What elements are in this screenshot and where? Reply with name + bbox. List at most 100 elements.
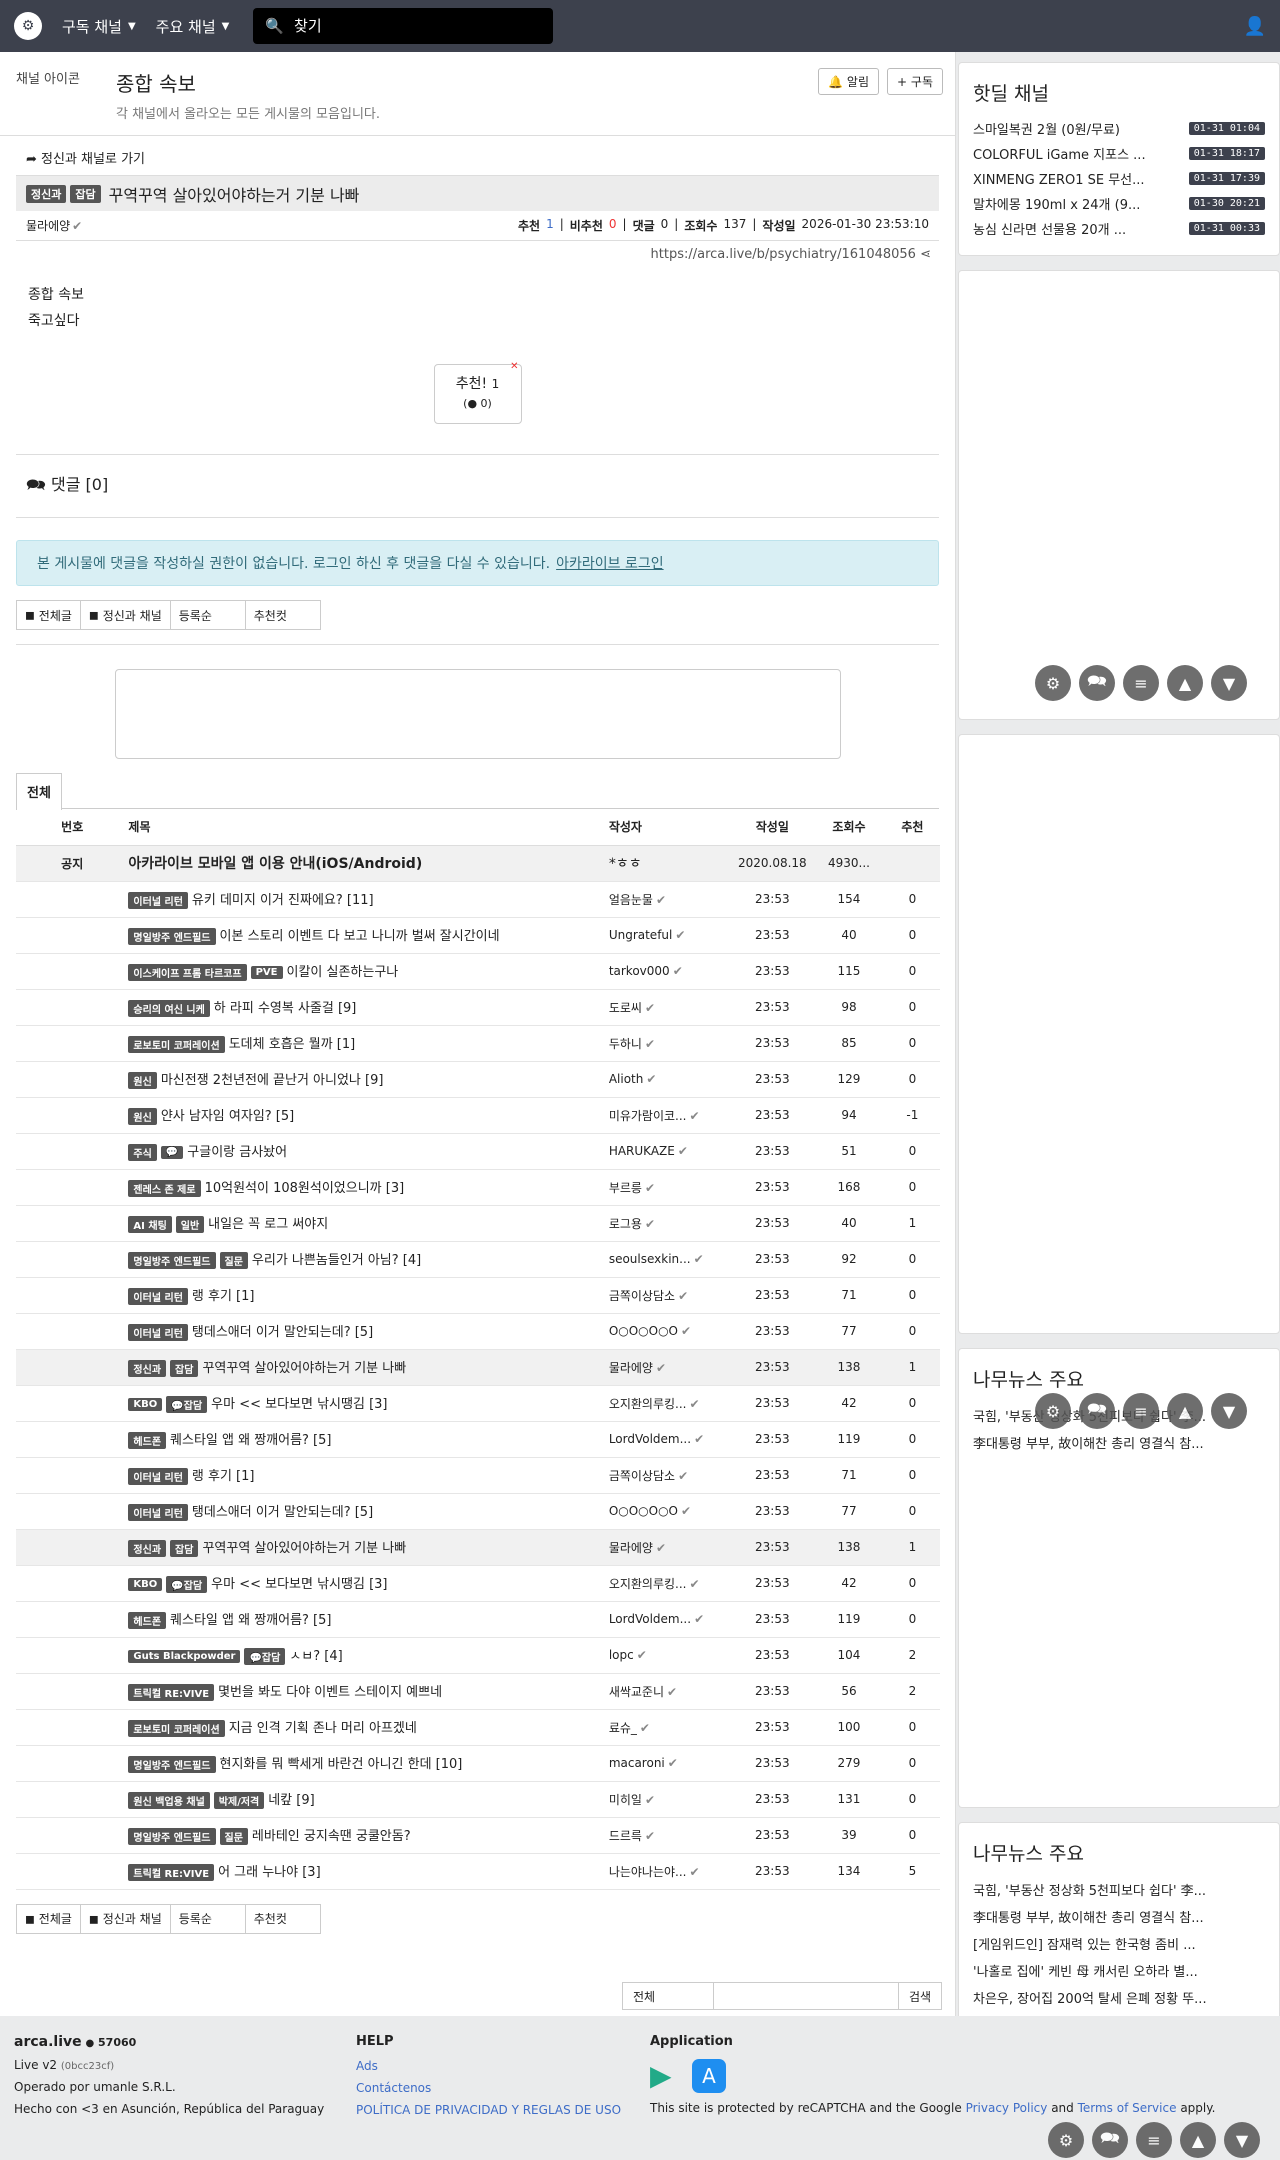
row-author[interactable]: *ㅎㅎ xyxy=(608,845,732,882)
hotdeal-item[interactable]: COLORFUL iGame 지포스 ... 01-31 18:17 xyxy=(959,141,1279,166)
filter-all[interactable]: ◼ 전체글 xyxy=(16,1903,81,1934)
table-row[interactable]: 이터널 리턴 랭 후기 [1] 금쪽이상담소 ✔ 23:53 71 0 xyxy=(16,1277,940,1314)
row-tag[interactable]: 잡담 xyxy=(170,1360,199,1377)
alarm-button[interactable]: 🔔 알림 xyxy=(818,68,880,95)
row-title-cell[interactable]: 명일방주 엔드필드 현지화를 뭐 빡세게 바란건 아니긴 한데 [10] xyxy=(128,1745,609,1782)
table-row[interactable]: 이터널 리턴 탱데스애더 이거 말안되는데? [5] O○O○O○O ✔ 23:53 77… xyxy=(16,1313,940,1350)
row-title[interactable]: 탱데스애더 이거 말안되는데? [5] xyxy=(192,1505,373,1520)
row-title-cell[interactable]: 로보토미 코퍼레이션 도데체 호흡은 뭘까 [1] xyxy=(128,1025,609,1062)
row-title[interactable]: 꾸역꾸역 살아있어야하는거 기분 나빠 xyxy=(202,1541,406,1556)
row-tag[interactable]: 이터널 리턴 xyxy=(128,1288,188,1305)
row-tag[interactable]: 질문 xyxy=(219,1828,248,1845)
row-tag[interactable]: 일반 xyxy=(175,1216,205,1233)
row-tag[interactable]: 잡담 xyxy=(170,1540,199,1557)
row-tag[interactable]: 트릭컬 RE:VIVE xyxy=(128,1864,215,1881)
row-tag[interactable]: 이터널 리턴 xyxy=(128,892,188,909)
row-title[interactable]: 우마 << 보다보면 낚시땡김 [3] xyxy=(211,1397,387,1412)
row-title-cell[interactable]: 명일방주 엔드필드 이본 스토리 이벤트 다 보고 나니까 벌써 잘시간이네 xyxy=(128,917,609,954)
article-tag[interactable]: 정신과 xyxy=(26,184,67,203)
row-title-cell[interactable]: 로보토미 코퍼레이션 지금 인격 기획 존나 머리 아프겠네 xyxy=(128,1709,609,1746)
table-row[interactable]: 명일방주 엔드필드 현지화를 뭐 빡세게 바란건 아니긴 한데 [10] macar… xyxy=(16,1745,940,1782)
notice-row[interactable]: 공지 아카라이브 모바일 앱 이용 안내(iOS/Android) *ㅎㅎ 20… xyxy=(16,845,940,882)
row-tag[interactable]: 💬잡담 xyxy=(244,1648,286,1665)
row-author-cell[interactable]: 금쪽이상담소 ✔ xyxy=(608,1277,732,1314)
row-title-cell[interactable]: 원신 백업용 채널 박제/저격 네캎 [9] xyxy=(128,1781,609,1818)
comments-icon[interactable]: 🗪 xyxy=(1079,665,1115,701)
scroll-up-icon[interactable]: ▲ xyxy=(1167,665,1203,701)
row-tag[interactable]: 헤드폰 xyxy=(128,1612,167,1629)
article-tag[interactable]: 잡담 xyxy=(70,184,101,203)
row-tag[interactable]: 원신 xyxy=(128,1108,157,1125)
table-row[interactable]: 정신과 잡담 꾸역꾸역 살아있어야하는거 기분 나빠 물라에양 ✔ 23:53 138 1 xyxy=(16,1529,940,1566)
table-row[interactable]: 명일방주 엔드필드 이본 스토리 이벤트 다 보고 나니까 벌써 잘시간이네 Ung… xyxy=(16,917,940,954)
row-author-cell[interactable]: 로그용 ✔ xyxy=(608,1205,732,1242)
row-title-cell[interactable]: 원신 얀사 남자임 여자임? [5] xyxy=(128,1097,609,1134)
table-row[interactable]: 승리의 여신 니케 하 라피 수영복 사줄걸 [9] 도로씨 ✔ 23:53 98 0 xyxy=(16,989,940,1026)
row-title[interactable]: 유키 데미지 이거 진짜에요? [11] xyxy=(192,893,374,908)
row-tag[interactable]: 원신 백업용 채널 xyxy=(128,1792,210,1809)
hotdeal-item[interactable]: 스마일복권 2월 (0원/무료) 01-31 01:04 xyxy=(959,116,1279,141)
goto-channel-link[interactable]: ➦ 정신과 채널로 가기 xyxy=(26,148,939,167)
row-author-cell[interactable]: macaroni ✔ xyxy=(608,1745,732,1782)
scroll-down-icon[interactable]: ▼ xyxy=(1224,2122,1260,2158)
row-title[interactable]: 현지화를 뭐 빡세게 바란건 아니긴 한데 [10] xyxy=(220,1757,463,1772)
row-title-cell[interactable]: 원신 마신전쟁 2천년전에 끝난거 아니었나 [9] xyxy=(128,1061,609,1098)
row-tag[interactable]: KBO xyxy=(128,1578,163,1591)
row-title[interactable]: 지금 인격 기획 존나 머리 아프겠네 xyxy=(229,1721,417,1736)
row-title[interactable]: 레바테인 궁지속땐 궁쿨안돔? xyxy=(252,1829,411,1844)
list-icon[interactable]: ≡ xyxy=(1136,2122,1172,2158)
sort-order-select[interactable]: 등록순 xyxy=(169,600,246,630)
share-icon[interactable]: ⋖ xyxy=(920,247,931,262)
row-title-cell[interactable]: 헤드폰 퀘스타일 앱 왜 짱깨어름? [5] xyxy=(128,1601,609,1638)
row-title-cell[interactable]: 트릭컬 RE:VIVE 몇번을 봐도 다야 이벤트 스테이지 예쁘네 xyxy=(128,1673,609,1710)
vote-cut-select[interactable]: 추천컷 xyxy=(244,600,321,630)
row-tag[interactable]: 명일방주 엔드필드 xyxy=(128,1756,216,1773)
row-author-cell[interactable]: lopc ✔ xyxy=(608,1637,732,1674)
footer-brand[interactable]: arca.live xyxy=(14,2034,82,2050)
row-author-cell[interactable]: 료슈_ ✔ xyxy=(608,1709,732,1746)
article-author[interactable]: 물라에양 xyxy=(26,217,70,234)
row-title-cell[interactable]: 이터널 리턴 랭 후기 [1] xyxy=(128,1457,609,1494)
row-author-cell[interactable]: O○O○O○O ✔ xyxy=(608,1493,732,1530)
table-row[interactable]: KBO 💬잡담 우마 << 보다보면 낚시땡김 [3] 오지환의루킹... ✔ 23:53… xyxy=(16,1385,940,1422)
row-title[interactable]: 10억원석이 108원석이었으니까 [3] xyxy=(205,1181,405,1196)
row-author-cell[interactable]: 두하니 ✔ xyxy=(608,1025,732,1062)
row-title-cell[interactable]: 트릭컬 RE:VIVE 어 그래 누나야 [3] xyxy=(128,1853,609,1890)
table-row[interactable]: 트릭컬 RE:VIVE 어 그래 누나야 [3] 나는야나는야... ✔ 23:53 13… xyxy=(16,1853,940,1890)
board-search-input[interactable] xyxy=(713,1982,899,2010)
row-title[interactable]: 네캎 [9] xyxy=(268,1793,314,1808)
user-icon[interactable]: 👤 xyxy=(1244,16,1266,37)
table-row[interactable]: 이스케이프 프롬 타르코프 PVE 이칼이 실존하는구나 tarkov000 ✔ 23:5… xyxy=(16,953,940,990)
row-tag[interactable]: 헤드폰 xyxy=(128,1432,167,1449)
list-icon[interactable]: ≡ xyxy=(1123,1393,1159,1429)
subscribed-channels-dropdown[interactable]: 구독 채널 ▼ xyxy=(62,16,136,37)
subscribe-button[interactable]: + 구독 xyxy=(887,68,943,95)
row-author-cell[interactable]: O○O○O○O ✔ xyxy=(608,1313,732,1350)
table-row[interactable]: 젠레스 존 제로 10억원석이 108원석이었으니까 [3] 부르릉 ✔ 23:53 16… xyxy=(16,1169,940,1206)
row-tag[interactable]: 정신과 xyxy=(128,1360,167,1377)
row-title-cell[interactable]: 승리의 여신 니케 하 라피 수영복 사줄걸 [9] xyxy=(128,989,609,1026)
row-author-cell[interactable]: LordVoldem... ✔ xyxy=(608,1421,732,1458)
row-author-cell[interactable]: 물라에양 ✔ xyxy=(608,1529,732,1566)
row-tag[interactable]: Guts Blackpowder xyxy=(128,1650,241,1663)
row-tag[interactable]: 로보토미 코퍼레이션 xyxy=(128,1720,225,1737)
row-author-cell[interactable]: LordVoldem... ✔ xyxy=(608,1601,732,1638)
channel-title[interactable]: 종합 속보 xyxy=(116,68,380,97)
list-icon[interactable]: ≡ xyxy=(1123,665,1159,701)
row-title[interactable]: 랭 후기 [1] xyxy=(192,1469,255,1484)
table-row[interactable]: 이터널 리턴 유키 데미지 이거 진짜에요? [11] 얼음눈물 ✔ 23:53 154 0 xyxy=(16,881,940,918)
row-author-cell[interactable]: tarkov000 ✔ xyxy=(608,953,732,990)
news-item[interactable]: 차은우, 장어집 200억 탈세 은폐 정황 뚜... xyxy=(959,1984,1279,2011)
footer-ads-link[interactable]: Ads xyxy=(356,2059,378,2073)
hotdeal-item[interactable]: XINMENG ZERO1 SE 무선... 01-31 17:39 xyxy=(959,166,1279,191)
row-title[interactable]: 도데체 호흡은 뭘까 [1] xyxy=(229,1037,356,1052)
board-search-button[interactable]: 검색 xyxy=(898,1982,943,2010)
row-tag[interactable]: 💬잡담 xyxy=(166,1576,208,1593)
scroll-up-icon[interactable]: ▲ xyxy=(1180,2122,1216,2158)
row-title-cell[interactable]: 이터널 리턴 탱데스애더 이거 말안되는데? [5] xyxy=(128,1313,609,1350)
sort-order-select[interactable]: 등록순 xyxy=(169,1903,246,1934)
row-author-cell[interactable]: HARUKAZE ✔ xyxy=(608,1133,732,1170)
row-author-cell[interactable]: 도로씨 ✔ xyxy=(608,989,732,1026)
footer-privacy-link[interactable]: POLÍTICA DE PRIVACIDAD Y REGLAS DE USO xyxy=(356,2103,621,2117)
news-item[interactable]: '나홀로 집에' 케빈 母 캐서린 오하라 별... xyxy=(959,1957,1279,1984)
